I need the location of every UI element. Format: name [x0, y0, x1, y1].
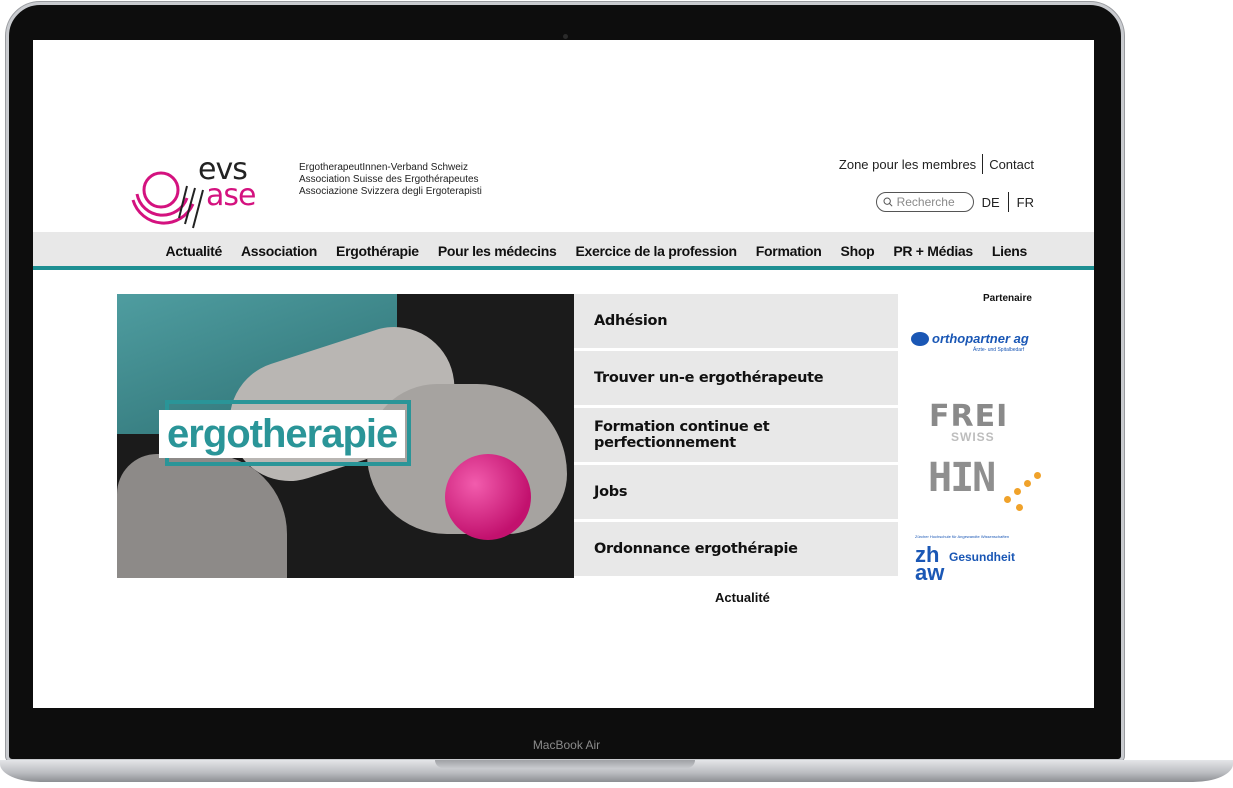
hin-dot-icon: [1014, 488, 1021, 495]
partner-frei-logo[interactable]: FREI SWISS: [929, 402, 1019, 446]
hero-pink-ball: [445, 454, 531, 540]
language-fr-link[interactable]: FR: [1017, 195, 1034, 210]
quick-links: Adhésion Trouver un-e ergothérapeute For…: [574, 294, 898, 579]
partners-title: Partenaire: [983, 293, 1032, 304]
association-name-fr: Association Suisse des Ergothérapeutes: [299, 174, 479, 185]
zhaw-small-text: Zürcher Hochschule für Angewandte Wissen…: [915, 534, 1010, 539]
zhaw-aw-text: aw: [915, 560, 945, 585]
language-de-link[interactable]: DE: [982, 195, 1000, 210]
frei-subtitle: SWISS: [951, 430, 995, 444]
frei-name: FREI: [929, 399, 1009, 434]
association-name-de: ErgotherapeutInnen-Verband Schweiz: [299, 162, 469, 173]
hin-dot-icon: [1034, 472, 1041, 479]
zhaw-gesundheit-text: Gesundheit: [949, 550, 1016, 564]
top-links: Zone pour les membres Contact: [839, 154, 1034, 174]
search-box[interactable]: [875, 192, 974, 212]
hin-dot-icon: [1016, 504, 1023, 511]
hero-banner-text: ergotherapie: [159, 410, 406, 458]
quick-link-continuing-education[interactable]: Formation continue et perfectionnement: [574, 408, 898, 462]
laptop-notch: [435, 760, 695, 768]
search-input[interactable]: [896, 195, 967, 209]
partner-zhaw-logo[interactable]: Zürcher Hochschule für Angewandte Wissen…: [915, 534, 1045, 594]
nav-item-exercice-profession[interactable]: Exercice de la profession: [575, 243, 737, 259]
contact-link[interactable]: Contact: [989, 157, 1034, 172]
browser-viewport: evs ase ErgotherapeutInnen-Verband Schwe…: [33, 40, 1094, 708]
divider: [1007, 192, 1009, 212]
device-label: MacBook Air: [532, 738, 601, 752]
orthopartner-name: orthopartner ag: [932, 331, 1029, 346]
hin-dot-icon: [1024, 480, 1031, 487]
nav-item-formation[interactable]: Formation: [756, 243, 822, 259]
logo-ase-text: ase: [206, 178, 256, 213]
hin-dot-icon: [1004, 496, 1011, 503]
quick-link-find-therapist[interactable]: Trouver un-e ergothérapeute: [574, 351, 898, 405]
partner-orthopartner-logo[interactable]: orthopartner ag Ärzte- und Spitalbedarf: [911, 331, 1041, 362]
news-heading: Actualité: [715, 590, 770, 602]
quick-link-prescription[interactable]: Ordonnance ergothérapie: [574, 522, 898, 576]
orthopartner-mark-icon: [911, 332, 929, 346]
partner-hin-logo[interactable]: HIN: [928, 455, 1041, 516]
association-names: ErgotherapeutInnen-Verband Schweiz Assoc…: [299, 162, 482, 198]
association-name-it: Associazione Svizzera degli Ergoterapist…: [299, 186, 482, 197]
nav-items: Actualité Association Ergothérapie Pour …: [166, 232, 1028, 270]
search-language-row: DE FR: [875, 192, 1034, 212]
members-zone-link[interactable]: Zone pour les membres: [839, 157, 976, 172]
nav-item-liens[interactable]: Liens: [992, 243, 1027, 259]
quick-link-jobs[interactable]: Jobs: [574, 465, 898, 519]
quick-link-adhesion[interactable]: Adhésion: [574, 294, 898, 348]
divider: [982, 154, 984, 174]
nav-item-medecins[interactable]: Pour les médecins: [438, 243, 557, 259]
nav-item-association[interactable]: Association: [241, 243, 317, 259]
search-icon: [883, 197, 893, 207]
nav-item-ergotherapie[interactable]: Ergothérapie: [336, 243, 419, 259]
hero-image: ergotherapie: [117, 294, 574, 578]
nav-item-actualite[interactable]: Actualité: [166, 243, 223, 259]
nav-item-shop[interactable]: Shop: [841, 243, 875, 259]
nav-item-pr-medias[interactable]: PR + Médias: [893, 243, 973, 259]
camera-icon: [563, 34, 568, 39]
main-navigation: Actualité Association Ergothérapie Pour …: [33, 232, 1094, 270]
orthopartner-subtitle: Ärzte- und Spitalbedarf: [973, 347, 1025, 353]
hin-name: HIN: [928, 455, 996, 501]
